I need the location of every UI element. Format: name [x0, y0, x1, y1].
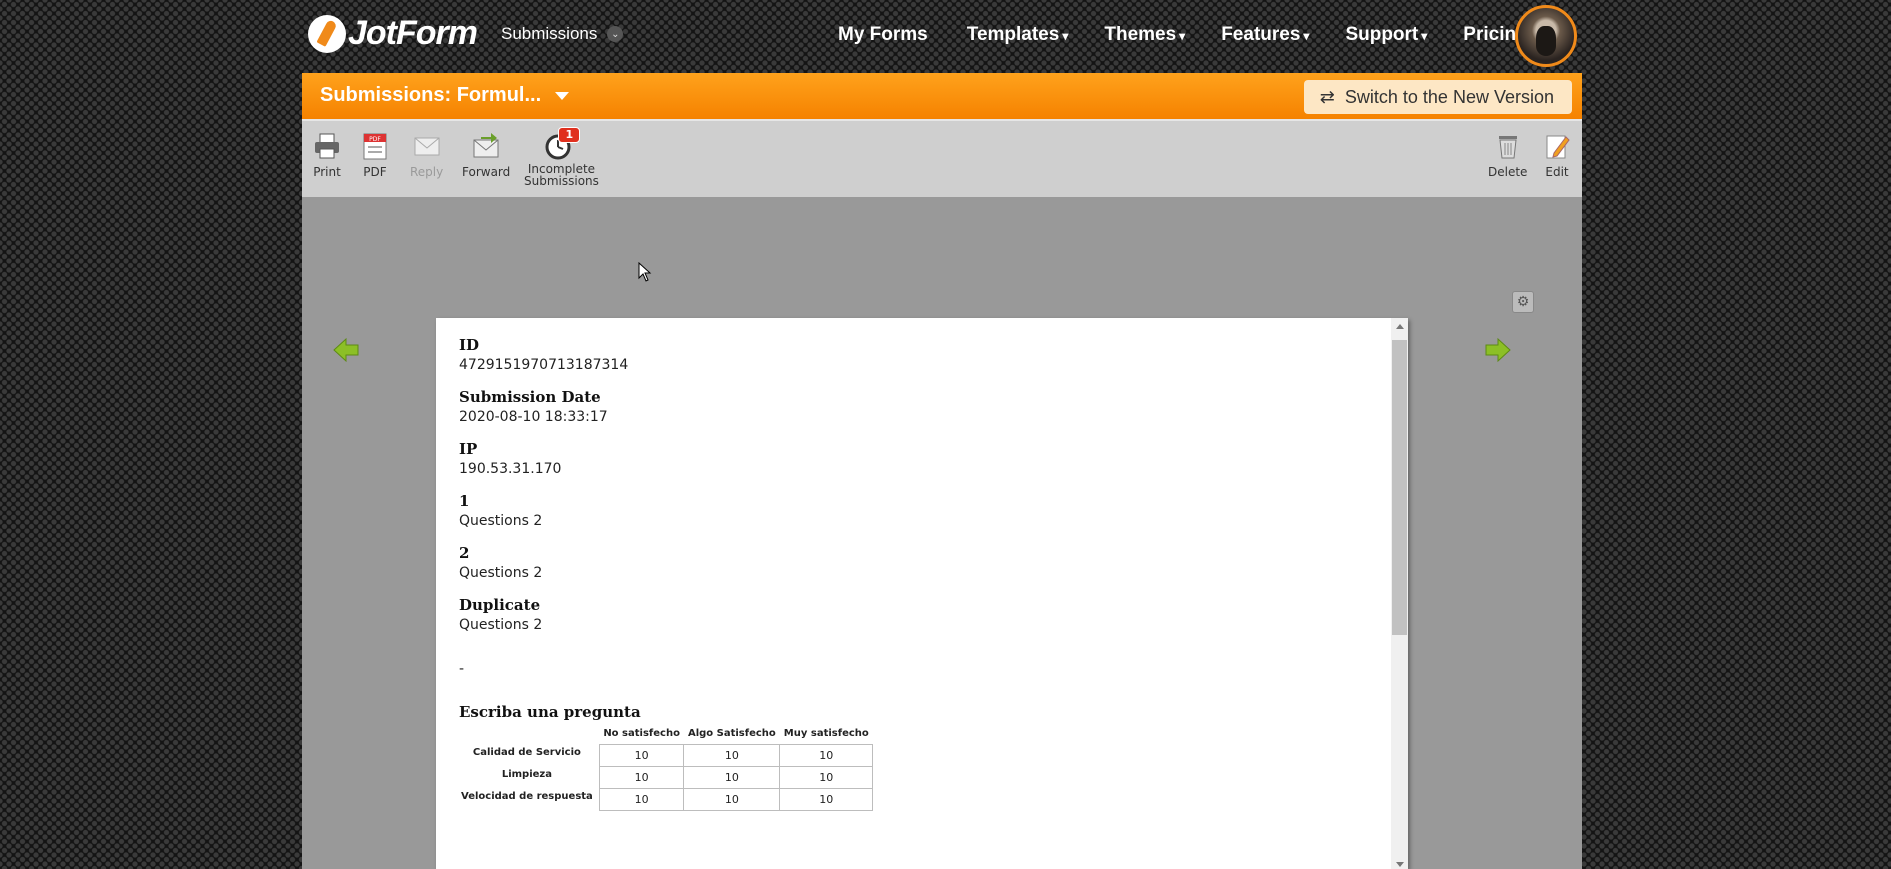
matrix-cell: 10	[598, 766, 685, 789]
main-menu: My Forms Templates ▾ Themes ▾ Features ▾ Su…	[838, 24, 1567, 46]
empty-field-dash: -	[459, 661, 465, 677]
matrix-cell: 10	[598, 744, 685, 767]
scrollbar[interactable]	[1391, 318, 1408, 869]
table-row: Calidad de Servicio 10 10 10	[459, 744, 874, 767]
matrix-row-header: Calidad de Servicio	[472, 746, 581, 758]
reply-button[interactable]: Reply	[410, 131, 443, 179]
field-ip: IP 190.53.31.170	[459, 440, 1359, 477]
printer-icon	[315, 133, 339, 159]
field-value: 4729151970713187314	[459, 357, 629, 373]
matrix-col-header: No satisfecho	[603, 728, 680, 739]
scroll-down-arrow-icon[interactable]	[1396, 862, 1404, 867]
edit-label: Edit	[1545, 165, 1569, 179]
matrix-corner	[459, 725, 599, 745]
incomplete-submissions-button[interactable]: 1 Incomplete Submissions	[524, 127, 599, 187]
top-nav: JotForm Submissions ⌄ My Forms Templates…	[0, 0, 1891, 72]
matrix-cell: 10	[779, 744, 874, 767]
mouse-cursor-icon	[638, 262, 652, 282]
scrollbar-thumb[interactable]	[1392, 340, 1407, 635]
matrix-cell: 10	[683, 766, 781, 789]
submissions-dropdown[interactable]: Submissions ⌄	[501, 24, 624, 44]
form-selector[interactable]: Submissions: Formul...	[320, 84, 570, 107]
toolbar: Print PDF PDF Reply Forward 1 Incomplete…	[302, 119, 1582, 197]
settings-gear-button[interactable]: ⚙	[1512, 291, 1534, 313]
delete-label: Delete	[1488, 165, 1528, 179]
forward-envelope-icon	[473, 133, 499, 158]
field-1: 1 Questions 2	[459, 492, 1359, 529]
submissions-header-bar: Submissions: Formul... ⇄ Switch to the N…	[302, 73, 1582, 119]
edit-button[interactable]: Edit	[1542, 131, 1572, 179]
next-arrow-icon[interactable]	[1484, 337, 1512, 363]
pdf-button[interactable]: PDF PDF	[360, 131, 390, 179]
logo-text: JotForm	[348, 14, 478, 52]
matrix-col-header: Algo Satisfecho	[687, 728, 776, 739]
gear-icon: ⚙	[1516, 294, 1530, 310]
field-value: Questions 2	[459, 617, 543, 633]
page-title: Submissions: Formul...	[320, 84, 542, 106]
switch-version-label: Switch to the New Version	[1344, 86, 1554, 107]
matrix-label: Escriba una pregunta	[459, 703, 641, 721]
field-label: IP	[459, 440, 478, 458]
jotform-logo[interactable]: JotForm	[308, 14, 478, 53]
field-2: 2 Questions 2	[459, 544, 1359, 581]
field-label: 2	[459, 544, 470, 562]
field-label: ID	[459, 336, 480, 354]
field-value: Questions 2	[459, 565, 543, 581]
incomplete-count-badge: 1	[558, 127, 581, 143]
previous-arrow-icon[interactable]	[332, 337, 360, 363]
matrix-row-header: Limpieza	[501, 768, 552, 780]
scroll-up-arrow-icon[interactable]	[1396, 324, 1404, 329]
edit-pencil-icon	[1546, 135, 1570, 159]
menu-features[interactable]: Features ▾	[1221, 24, 1309, 46]
matrix-cell: 10	[779, 788, 874, 811]
menu-templates[interactable]: Templates ▾	[967, 24, 1069, 46]
menu-support[interactable]: Support ▾	[1345, 24, 1427, 46]
reply-label: Reply	[410, 165, 444, 179]
chevron-down-icon: ⌄	[607, 26, 624, 42]
forward-button[interactable]: Forward	[462, 131, 510, 179]
matrix-cell: 10	[779, 766, 874, 789]
matrix-cell: 10	[598, 788, 685, 811]
field-matrix: Escriba una pregunta No satisfecho Algo …	[459, 703, 1359, 811]
table-row: Velocidad de respuesta 10 10 10	[459, 788, 874, 811]
field-label: Duplicate	[459, 596, 541, 614]
submission-document: ID 4729151970713187314 Submission Date 2…	[436, 318, 1408, 869]
field-label: Submission Date	[459, 388, 601, 406]
matrix-cell: 10	[683, 744, 781, 767]
pdf-label: PDF	[363, 165, 387, 179]
table-row: Limpieza 10 10 10	[459, 766, 874, 789]
incomplete-icon-wrap: 1	[544, 127, 581, 160]
svg-text:PDF: PDF	[369, 136, 381, 143]
matrix-header-row: No satisfecho Algo Satisfecho Muy satisf…	[459, 725, 873, 745]
swap-arrows-icon: ⇄	[1319, 86, 1335, 107]
matrix-col-header: Muy satisfecho	[783, 728, 869, 739]
field-submission-date: Submission Date 2020-08-10 18:33:17	[459, 388, 1359, 425]
submissions-panel: Submissions: Formul... ⇄ Switch to the N…	[302, 73, 1582, 869]
envelope-icon	[414, 137, 440, 156]
print-label: Print	[313, 165, 341, 179]
pdf-icon: PDF	[363, 133, 387, 160]
incomplete-label-line2: Submissions	[524, 174, 599, 188]
switch-version-button[interactable]: ⇄ Switch to the New Version	[1303, 80, 1572, 114]
user-avatar[interactable]	[1515, 5, 1577, 67]
field-duplicate: Duplicate Questions 2	[459, 596, 1359, 633]
field-id: ID 4729151970713187314	[459, 336, 1359, 373]
caret-down-icon	[555, 91, 570, 100]
field-value: 190.53.31.170	[459, 461, 562, 477]
matrix-table: No satisfecho Algo Satisfecho Muy satisf…	[459, 725, 874, 811]
field-value: Questions 2	[459, 513, 543, 529]
menu-themes[interactable]: Themes ▾	[1104, 24, 1185, 46]
menu-my-forms[interactable]: My Forms	[838, 24, 931, 46]
forward-label: Forward	[462, 165, 511, 179]
field-value: 2020-08-10 18:33:17	[459, 409, 608, 425]
matrix-cell: 10	[683, 788, 781, 811]
submissions-dropdown-label: Submissions	[501, 24, 598, 43]
print-button[interactable]: Print	[312, 131, 342, 179]
trash-icon	[1498, 136, 1517, 159]
delete-button[interactable]: Delete	[1488, 131, 1527, 179]
field-label: 1	[459, 492, 470, 510]
submission-content: ID 4729151970713187314 Submission Date 2…	[459, 336, 1359, 826]
matrix-row-header: Velocidad de respuesta	[461, 790, 593, 802]
jotform-logo-icon	[308, 14, 346, 53]
